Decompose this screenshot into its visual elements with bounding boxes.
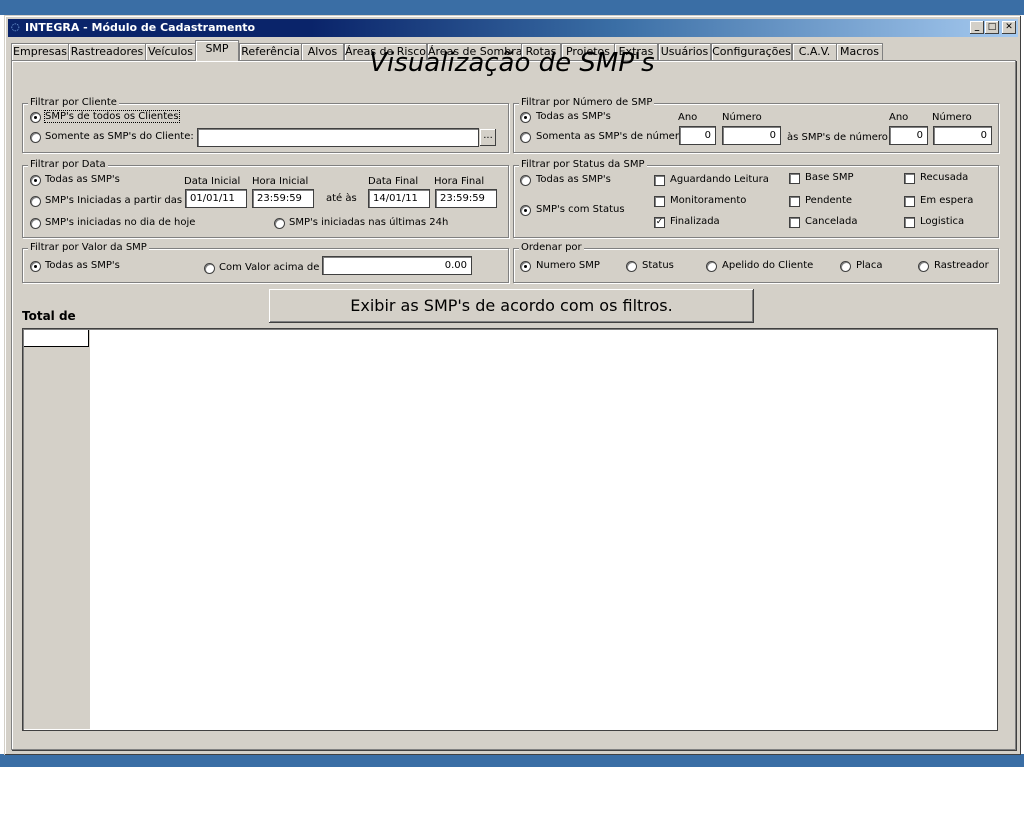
hora-inicial-field[interactable]: 23:59:59 xyxy=(252,189,314,208)
cliente-field[interactable] xyxy=(197,128,479,147)
page-title: Visualização de SMP's xyxy=(369,48,655,78)
label-24h: SMP's iniciadas nas últimas 24h xyxy=(289,217,449,228)
data-final-field[interactable]: 14/01/11 xyxy=(368,189,430,208)
label-cancelada: Cancelada xyxy=(805,216,858,227)
radio-hoje[interactable] xyxy=(30,218,41,229)
label-aguardando-leitura: Aguardando Leitura xyxy=(670,174,769,185)
group-title: Filtrar por Número de SMP xyxy=(519,97,655,108)
label-finalizada: Finalizada xyxy=(670,216,720,227)
browse-cliente-button[interactable]: ... xyxy=(480,129,496,146)
label-ordenar-status: Status xyxy=(642,260,674,271)
label-hora-inicial: Hora Inicial xyxy=(252,176,309,187)
label-todas-valor: Todas as SMP's xyxy=(45,260,120,271)
radio-ordenar-status[interactable] xyxy=(626,261,637,272)
checkbox-recusada[interactable] xyxy=(904,173,915,184)
checkbox-cancelada[interactable] xyxy=(789,217,800,228)
checkbox-pendente[interactable] xyxy=(789,196,800,207)
app-icon: ◌ xyxy=(11,22,20,33)
radio-valor-acima[interactable] xyxy=(204,263,215,274)
checkbox-finalizada[interactable]: ✓ xyxy=(654,217,665,228)
label-ate-as: até às xyxy=(326,193,357,204)
label-hoje: SMP's iniciadas no dia de hoje xyxy=(45,217,196,228)
radio-ordenar-numero[interactable] xyxy=(520,261,531,272)
group-title: Ordenar por xyxy=(519,242,584,253)
minimize-button[interactable]: _ xyxy=(970,21,984,34)
radio-ordenar-rastreador[interactable] xyxy=(918,261,929,272)
label-ano-ate: Ano xyxy=(889,112,909,123)
label-monitoramento: Monitoramento xyxy=(670,195,747,206)
label-data-final: Data Final xyxy=(368,176,419,187)
label-ordenar-rastreador: Rastreador xyxy=(934,260,989,271)
checkbox-logistica[interactable] xyxy=(904,217,915,228)
label-data-inicial: Data Inicial xyxy=(184,176,241,187)
label-hora-final: Hora Final xyxy=(434,176,485,187)
label-todas-status: Todas as SMP's xyxy=(536,174,611,185)
desktop-background-top xyxy=(0,0,1024,15)
label-em-espera: Em espera xyxy=(920,195,974,206)
desktop-background-bottom xyxy=(0,754,1024,767)
maximize-button[interactable]: □ xyxy=(985,21,999,34)
label-todos-clientes: SMP's de todos os Clientes xyxy=(44,110,180,123)
group-title: Filtrar por Status da SMP xyxy=(519,159,647,170)
window-title: INTEGRA - Módulo de Cadastramento xyxy=(25,21,256,34)
radio-todos-clientes[interactable] xyxy=(30,112,41,123)
numero-ate-field[interactable]: 0 xyxy=(933,126,992,145)
radio-todas-data[interactable] xyxy=(30,175,41,186)
radio-todas-numero[interactable] xyxy=(520,112,531,123)
radio-todas-valor[interactable] xyxy=(30,261,41,272)
exibir-smps-button[interactable]: Exibir as SMP's de acordo com os filtros… xyxy=(269,289,754,323)
ano-ate-field[interactable]: 0 xyxy=(889,126,928,145)
title-bar[interactable]: ◌ INTEGRA - Módulo de Cadastramento _ □ … xyxy=(8,19,1018,37)
radio-com-status[interactable] xyxy=(520,205,531,216)
radio-a-partir[interactable] xyxy=(30,196,41,207)
label-numero-de: Número xyxy=(722,112,762,123)
tab-smp[interactable]: SMP xyxy=(195,40,239,61)
radio-numero[interactable] xyxy=(520,132,531,143)
label-cliente: Somente as SMP's do Cliente: xyxy=(45,131,194,142)
smp-grid[interactable] xyxy=(22,328,998,731)
data-inicial-field[interactable]: 01/01/11 xyxy=(185,189,247,208)
group-title: Filtrar por Cliente xyxy=(28,97,119,108)
hora-final-field[interactable]: 23:59:59 xyxy=(435,189,497,208)
label-ordenar-apelido: Apelido do Cliente xyxy=(722,260,814,271)
label-recusada: Recusada xyxy=(920,172,969,183)
label-a-partir: SMP's Iniciadas a partir das xyxy=(45,195,183,206)
checkbox-aguardando-leitura[interactable] xyxy=(654,175,665,186)
ano-de-field[interactable]: 0 xyxy=(679,126,716,145)
radio-24h[interactable] xyxy=(274,218,285,229)
group-title: Filtrar por Valor da SMP xyxy=(28,242,149,253)
label-ordenar-placa: Placa xyxy=(856,260,883,271)
label-todas-data: Todas as SMP's xyxy=(45,174,120,185)
radio-cliente[interactable] xyxy=(30,132,41,143)
checkbox-monitoramento[interactable] xyxy=(654,196,665,207)
close-button[interactable]: ✕ xyxy=(1002,21,1016,34)
label-logistica: Logistica xyxy=(920,216,965,227)
label-com-status: SMP's com Status xyxy=(536,204,625,215)
total-label: Total de xyxy=(22,309,76,323)
label-numero-ate: Número xyxy=(932,112,972,123)
radio-ordenar-apelido[interactable] xyxy=(706,261,717,272)
valor-field[interactable]: 0.00 xyxy=(322,256,472,275)
group-title: Filtrar por Data xyxy=(28,159,108,170)
label-ano-de: Ano xyxy=(678,112,698,123)
radio-todas-status[interactable] xyxy=(520,175,531,186)
checkbox-base-smp[interactable] xyxy=(789,173,800,184)
radio-ordenar-placa[interactable] xyxy=(840,261,851,272)
label-valor-acima: Com Valor acima de xyxy=(219,262,320,273)
label-todas-numero: Todas as SMP's xyxy=(536,111,611,122)
grid-header-cell[interactable] xyxy=(24,330,89,347)
label-pendente: Pendente xyxy=(805,195,853,206)
numero-de-field[interactable]: 0 xyxy=(722,126,781,145)
label-ordenar-numero: Numero SMP xyxy=(536,260,600,271)
label-ate-numero: às SMP's de número: xyxy=(787,132,892,143)
checkbox-em-espera[interactable] xyxy=(904,196,915,207)
label-numero: Somenta as SMP's de número xyxy=(536,131,685,142)
label-base-smp: Base SMP xyxy=(805,172,854,183)
grid-fixed-column xyxy=(24,330,90,729)
